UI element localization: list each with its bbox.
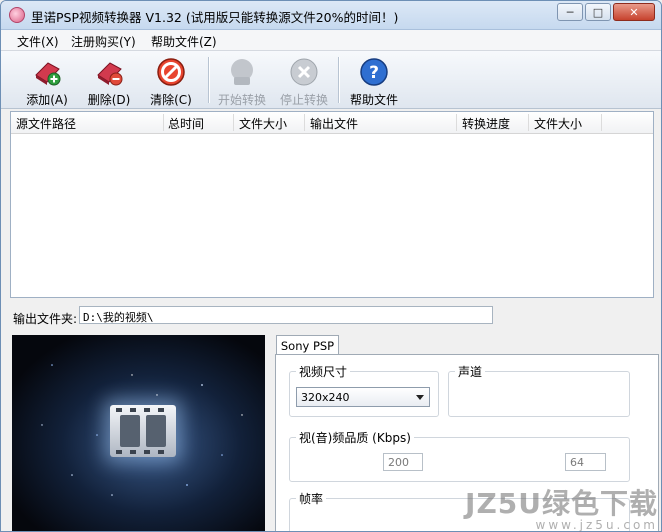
video-size-title: 视频尺寸 xyxy=(296,363,351,380)
video-preview xyxy=(12,335,265,531)
delete-label: 删除(D) xyxy=(87,93,131,107)
clear-label: 清除(C) xyxy=(150,93,192,107)
help-button[interactable]: ? 帮助文件 xyxy=(347,55,401,107)
help-icon: ? xyxy=(359,57,389,87)
video-size-value: 320x240 xyxy=(301,391,350,404)
add-file-icon xyxy=(32,57,62,87)
frame-rate-title: 帧率 xyxy=(296,490,327,507)
close-button[interactable]: ✕ xyxy=(613,3,655,21)
column-divider xyxy=(601,114,602,131)
column-divider xyxy=(456,114,457,131)
add-button[interactable]: 添加(A) xyxy=(20,55,74,107)
menu-help[interactable]: 帮助文件(Z) xyxy=(151,33,217,50)
delete-file-icon xyxy=(94,57,124,87)
file-list-header: 源文件路径 总时间 文件大小 输出文件 转换进度 文件大小 xyxy=(11,112,653,134)
delete-button[interactable]: 删除(D) xyxy=(82,55,136,107)
column-output-size[interactable]: 文件大小 xyxy=(534,115,582,132)
column-output-file[interactable]: 输出文件 xyxy=(310,115,358,132)
column-divider xyxy=(233,114,234,131)
output-folder-input[interactable]: D:\我的视频\ xyxy=(79,306,493,324)
start-convert-label: 开始转换 xyxy=(217,93,266,107)
help-label: 帮助文件 xyxy=(349,93,398,107)
clear-button[interactable]: 清除(C) xyxy=(144,55,198,107)
watermark-line-1: JZ5U绿色下载 xyxy=(465,487,658,520)
add-label: 添加(A) xyxy=(26,93,68,107)
toolbar-separator xyxy=(338,57,340,103)
stop-convert-button[interactable]: 停止转换 xyxy=(277,55,331,107)
stop-convert-icon xyxy=(289,57,319,87)
video-size-select[interactable]: 320x240 xyxy=(296,387,430,407)
file-list[interactable]: 源文件路径 总时间 文件大小 输出文件 转换进度 文件大小 xyxy=(10,111,654,298)
column-source-path[interactable]: 源文件路径 xyxy=(16,115,76,132)
video-size-group: 视频尺寸 320x240 xyxy=(289,363,439,417)
column-progress[interactable]: 转换进度 xyxy=(462,115,510,132)
menu-register[interactable]: 注册购买(Y) xyxy=(71,33,136,50)
toolbar-separator xyxy=(208,57,210,103)
column-divider xyxy=(528,114,529,131)
column-file-size[interactable]: 文件大小 xyxy=(239,115,287,132)
main-window: 里诺PSP视频转换器 V1.32 (试用版只能转换源文件20%的时间！) ─ □… xyxy=(0,0,662,532)
app-icon xyxy=(9,7,25,23)
toolbar: 添加(A) 删除(D) 清除(C) 开始转换 停止转换 ? 帮助文件 xyxy=(1,51,661,109)
audio-bitrate-input[interactable]: 64 xyxy=(565,453,606,471)
svg-text:?: ? xyxy=(369,63,379,83)
chevron-down-icon xyxy=(416,395,424,400)
start-convert-button[interactable]: 开始转换 xyxy=(215,55,269,107)
caption-buttons: ─ □ ✕ xyxy=(557,3,655,21)
column-duration[interactable]: 总时间 xyxy=(168,115,204,132)
quality-title: 视(音)频品质 (Kbps) xyxy=(296,429,414,446)
title-bar[interactable]: 里诺PSP视频转换器 V1.32 (试用版只能转换源文件20%的时间！) ─ □… xyxy=(1,1,661,30)
menu-bar: 文件(X) 注册购买(Y) 帮助文件(Z) xyxy=(1,30,661,51)
video-bitrate-input[interactable]: 200 xyxy=(383,453,423,471)
film-strip-icon xyxy=(110,405,176,457)
quality-group: 视(音)频品质 (Kbps) 200 64 xyxy=(289,429,630,482)
output-folder-label: 输出文件夹: xyxy=(13,312,78,326)
clear-icon xyxy=(156,57,186,87)
tab-sony-psp[interactable]: Sony PSP xyxy=(276,335,339,355)
column-divider xyxy=(163,114,164,131)
minimize-button[interactable]: ─ xyxy=(557,3,583,21)
audio-channel-group: 声道 xyxy=(448,363,630,417)
column-divider xyxy=(304,114,305,131)
start-convert-icon xyxy=(227,57,257,87)
window-title: 里诺PSP视频转换器 V1.32 (试用版只能转换源文件20%的时间！) xyxy=(31,10,399,25)
stop-convert-label: 停止转换 xyxy=(279,93,328,107)
watermark: JZ5U绿色下载 www.jz5u.com xyxy=(465,482,658,532)
maximize-button[interactable]: □ xyxy=(585,3,611,21)
audio-channel-title: 声道 xyxy=(455,363,486,380)
menu-file[interactable]: 文件(X) xyxy=(17,33,59,50)
